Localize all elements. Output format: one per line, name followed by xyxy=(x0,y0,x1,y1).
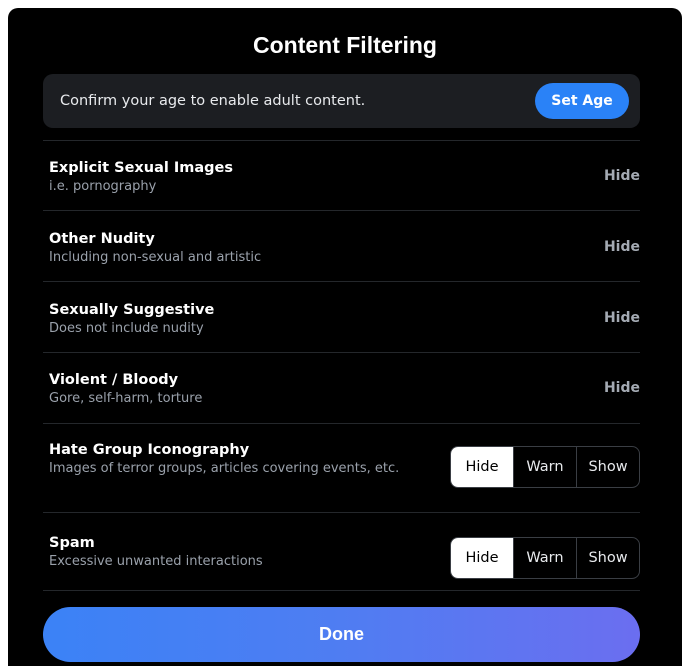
warn-option[interactable]: Warn xyxy=(513,447,576,487)
set-age-button[interactable]: Set Age xyxy=(535,83,629,119)
age-banner-text: Confirm your age to enable adult content… xyxy=(60,93,366,109)
filter-label: Sexually Suggestive xyxy=(49,302,215,318)
filter-row-explicit-sexual-images[interactable]: Explicit Sexual Images i.e. pornography … xyxy=(43,140,640,211)
filter-row-other-nudity[interactable]: Other Nudity Including non-sexual and ar… xyxy=(43,210,640,281)
filter-label: Violent / Bloody xyxy=(49,372,179,388)
filter-description: Images of terror groups, articles coveri… xyxy=(49,461,400,476)
filter-row-sexually-suggestive[interactable]: Sexually Suggestive Does not include nud… xyxy=(43,281,640,352)
filter-description: Excessive unwanted interactions xyxy=(49,554,263,569)
divider xyxy=(43,590,640,591)
show-option[interactable]: Show xyxy=(576,538,639,578)
filter-label: Explicit Sexual Images xyxy=(49,160,234,176)
filter-value: Hide xyxy=(603,239,640,255)
filter-row-spam: Spam Excessive unwanted interactions Hid… xyxy=(43,512,640,591)
filter-label: Hate Group Iconography xyxy=(49,442,250,458)
filter-description: Does not include nudity xyxy=(49,321,204,336)
content-filtering-sheet: Content Filtering Confirm your age to en… xyxy=(8,8,682,666)
filter-description: i.e. pornography xyxy=(49,179,157,194)
filter-value: Hide xyxy=(603,310,640,326)
spam-segmented-control: Hide Warn Show xyxy=(450,537,640,579)
filter-label: Other Nudity xyxy=(49,231,155,247)
hide-option[interactable]: Hide xyxy=(451,538,513,578)
age-confirmation-banner: Confirm your age to enable adult content… xyxy=(43,74,640,128)
show-option[interactable]: Show xyxy=(576,447,639,487)
filter-row-hate-group-iconography: Hate Group Iconography Images of terror … xyxy=(43,423,640,512)
filter-label: Spam xyxy=(49,535,95,551)
hate-group-segmented-control: Hide Warn Show xyxy=(450,446,640,488)
filter-row-violent-bloody[interactable]: Violent / Bloody Gore, self-harm, tortur… xyxy=(43,352,640,423)
hide-option[interactable]: Hide xyxy=(451,447,513,487)
filter-value: Hide xyxy=(603,168,640,184)
filter-description: Including non-sexual and artistic xyxy=(49,250,262,265)
done-button[interactable]: Done xyxy=(43,607,640,662)
warn-option[interactable]: Warn xyxy=(513,538,576,578)
page-title: Content Filtering xyxy=(253,32,437,58)
filter-description: Gore, self-harm, torture xyxy=(49,391,203,406)
filter-value: Hide xyxy=(603,380,640,396)
